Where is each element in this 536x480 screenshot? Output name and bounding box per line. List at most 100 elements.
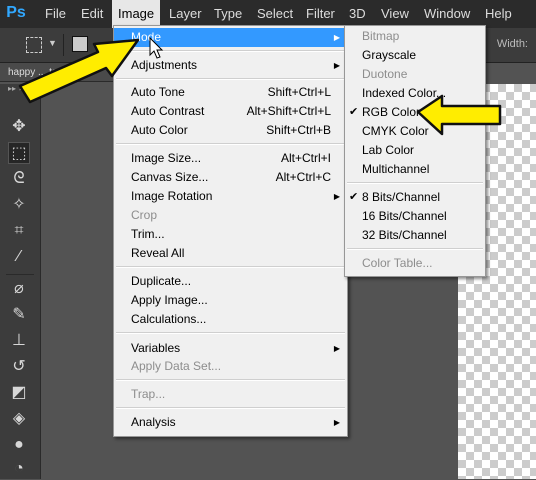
menu-item-label: Lab Color <box>362 143 415 157</box>
submenu-arrow-icon: ▶ <box>333 344 340 353</box>
menu-item-label: Crop <box>131 208 158 222</box>
menu-item-label: RGB Color <box>362 105 421 119</box>
menu-item-duplicate[interactable]: Duplicate... <box>114 272 347 291</box>
menu-item-16-bits[interactable]: 16 Bits/Channel <box>345 207 485 226</box>
menu-item-mode[interactable]: Mode ▶ <box>114 28 347 47</box>
menu-item-label: Auto Tone <box>131 85 185 99</box>
menu-item-label: Mode <box>131 30 162 44</box>
menu-select[interactable]: Select <box>251 0 299 28</box>
menu-separator <box>116 143 345 145</box>
menu-separator <box>116 379 345 381</box>
menu-item-indexed-color[interactable]: Indexed Color... <box>345 84 485 103</box>
menu-item-label: Multichannel <box>362 162 430 176</box>
menu-window[interactable]: Window <box>418 0 476 28</box>
dodge-tool-icon[interactable]: ◔ <box>8 458 30 480</box>
menu-item-label: Variables <box>131 341 181 355</box>
menu-item-label: Reveal All <box>131 246 185 260</box>
menu-item-label: Apply Data Set... <box>131 359 222 373</box>
collapse-panel-icon[interactable]: ▸▸ ✕ <box>0 84 48 94</box>
menu-item-32-bits[interactable]: 32 Bits/Channel <box>345 226 485 245</box>
menu-item-label: Auto Color <box>131 123 188 137</box>
menu-item-crop: Crop <box>114 206 347 225</box>
marquee-preset-icon[interactable] <box>26 37 42 53</box>
menu-item-auto-color[interactable]: Auto Color Shift+Ctrl+B <box>114 121 347 140</box>
menu-item-multichannel[interactable]: Multichannel <box>345 160 485 179</box>
brush-tool-icon[interactable]: ✎ <box>8 304 30 326</box>
menu-item-trim[interactable]: Trim... <box>114 225 347 244</box>
menu-image[interactable]: Image <box>112 0 161 28</box>
clone-stamp-tool-icon[interactable]: ⊥ <box>8 330 30 352</box>
shortcut-label: Shift+Ctrl+L <box>267 85 331 99</box>
menu-3d[interactable]: 3D <box>343 0 372 28</box>
menu-filter[interactable]: Filter <box>300 0 341 28</box>
magic-wand-tool-icon[interactable]: ✧ <box>8 194 30 216</box>
menu-item-rgb-color[interactable]: ✔ RGB Color <box>345 103 485 122</box>
menu-item-label: Analysis <box>131 415 176 429</box>
checkmark-icon: ✔ <box>349 191 359 203</box>
menu-item-bitmap: Bitmap <box>345 27 485 46</box>
menu-view[interactable]: View <box>375 0 415 28</box>
lasso-tool-icon[interactable]: ᘓ <box>8 168 30 190</box>
menu-item-auto-contrast[interactable]: Auto Contrast Alt+Shift+Ctrl+L <box>114 102 347 121</box>
mode-submenu: Bitmap Grayscale Duotone Indexed Color..… <box>344 25 486 277</box>
menu-item-analysis[interactable]: Analysis ▶ <box>114 413 347 432</box>
image-menu: Mode ▶ Adjustments ▶ Auto Tone Shift+Ctr… <box>113 25 348 437</box>
move-tool-icon[interactable]: ✥ <box>8 116 30 138</box>
menu-separator <box>116 407 345 409</box>
menu-item-auto-tone[interactable]: Auto Tone Shift+Ctrl+L <box>114 83 347 102</box>
crop-tool-icon[interactable]: ⌗ <box>8 220 30 242</box>
menu-separator <box>116 332 345 334</box>
menu-separator <box>116 78 345 80</box>
menu-item-cmyk-color[interactable]: CMYK Color <box>345 122 485 141</box>
menu-item-label: Trim... <box>131 227 165 241</box>
menu-bar: Ps File Edit Image Layer Type Select Fil… <box>0 0 536 28</box>
width-label: Width: <box>496 38 528 50</box>
menu-item-reveal-all[interactable]: Reveal All <box>114 244 347 263</box>
menu-item-label: 16 Bits/Channel <box>362 209 447 223</box>
menu-item-trap: Trap... <box>114 385 347 404</box>
menu-item-label: Image Rotation <box>131 189 213 203</box>
chevron-down-icon[interactable]: ▼ <box>48 38 57 48</box>
healing-brush-tool-icon[interactable]: ⌀ <box>8 278 30 300</box>
menu-separator <box>116 266 345 268</box>
menu-help[interactable]: Help <box>479 0 518 28</box>
menu-item-label: Duplicate... <box>131 274 192 288</box>
menu-type[interactable]: Type <box>208 0 248 28</box>
menu-item-grayscale[interactable]: Grayscale <box>345 46 485 65</box>
menu-item-lab-color[interactable]: Lab Color <box>345 141 485 160</box>
menu-item-label: Color Table... <box>362 256 433 270</box>
menu-edit[interactable]: Edit <box>75 0 109 28</box>
marquee-tool-icon[interactable]: ⬚ <box>8 142 30 164</box>
eyedropper-tool-icon[interactable]: ⁄ <box>8 246 30 268</box>
blur-tool-icon[interactable]: ● <box>8 434 30 456</box>
eraser-tool-icon[interactable]: ◩ <box>8 382 30 404</box>
menu-item-label: CMYK Color <box>362 124 429 138</box>
options-divider <box>63 34 64 56</box>
menu-item-label: 32 Bits/Channel <box>362 228 447 242</box>
menu-file[interactable]: File <box>39 0 72 28</box>
menu-item-color-table: Color Table... <box>345 254 485 273</box>
menu-item-apply-image[interactable]: Apply Image... <box>114 291 347 310</box>
tools-divider <box>6 274 34 275</box>
menu-layer[interactable]: Layer <box>163 0 208 28</box>
submenu-arrow-icon: ▶ <box>333 192 340 201</box>
history-brush-tool-icon[interactable]: ↺ <box>8 356 30 378</box>
new-selection-icon[interactable] <box>72 36 88 52</box>
menu-item-canvas-size[interactable]: Canvas Size... Alt+Ctrl+C <box>114 168 347 187</box>
paint-bucket-tool-icon[interactable]: ◈ <box>8 408 30 430</box>
menu-item-label: Duotone <box>362 67 408 81</box>
menu-item-label: Calculations... <box>131 312 207 326</box>
menu-item-label: Canvas Size... <box>131 170 209 184</box>
menu-item-8-bits[interactable]: ✔ 8 Bits/Channel <box>345 188 485 207</box>
menu-item-image-rotation[interactable]: Image Rotation ▶ <box>114 187 347 206</box>
tools-panel: ▸▸ ✕ ✥ ⬚ ᘓ ✧ ⌗ ⁄ ⌀ ✎ ⊥ ↺ ◩ ◈ ● ◔ <box>0 84 41 479</box>
menu-item-variables[interactable]: Variables ▶ <box>114 339 347 358</box>
photoshop-logo: Ps <box>6 4 26 21</box>
menu-item-label: Image Size... <box>131 151 202 165</box>
menu-item-image-size[interactable]: Image Size... Alt+Ctrl+I <box>114 149 347 168</box>
shortcut-label: Alt+Ctrl+I <box>280 151 331 165</box>
menu-item-adjustments[interactable]: Adjustments ▶ <box>114 56 347 75</box>
menu-item-calculations[interactable]: Calculations... <box>114 310 347 329</box>
document-tab[interactable]: happy ... teros <box>0 63 120 82</box>
menu-item-label: Auto Contrast <box>131 104 205 118</box>
